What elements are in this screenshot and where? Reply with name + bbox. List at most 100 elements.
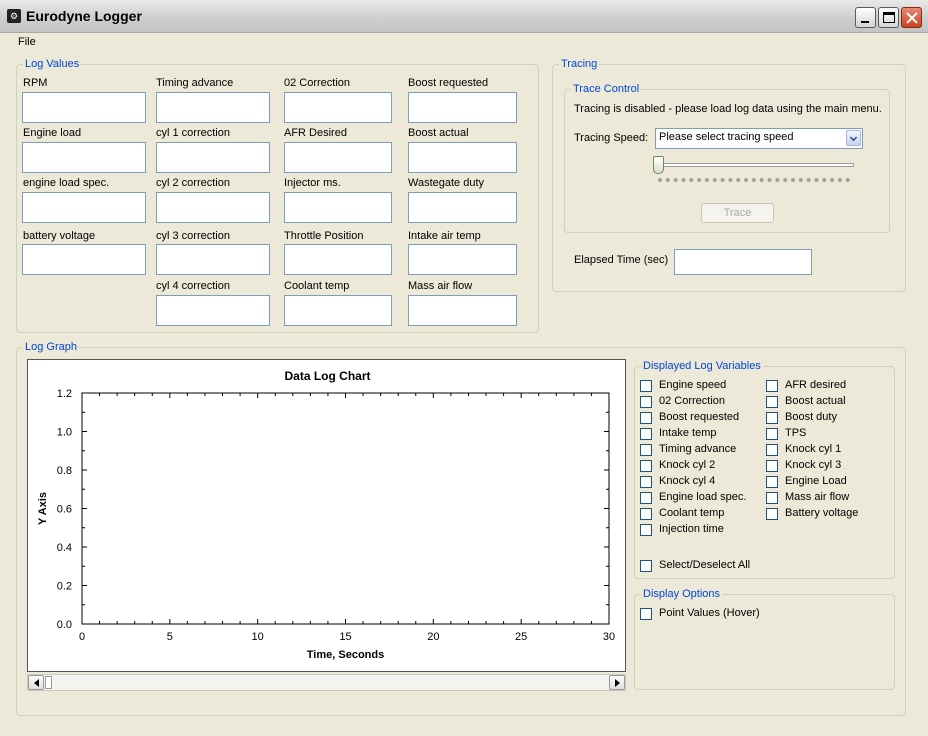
var-checkbox[interactable] [766,460,778,472]
y-tick-label: 0.6 [57,504,72,516]
display-options-label: Display Options [641,588,723,601]
var-label: Mass air flow [785,491,850,503]
select-all-checkbox[interactable] [640,560,652,572]
var-label: Intake temp [659,427,717,439]
var-checkbox[interactable] [766,396,778,408]
field-label-injector-ms: Injector ms. [284,177,341,189]
y-tick-label: 1.2 [57,388,72,400]
var-checkbox[interactable] [640,460,652,472]
field-label-02-correction: 02 Correction [284,77,351,89]
var-checkbox[interactable] [640,524,652,536]
var-label: Boost actual [785,395,846,407]
mass-air-flow-field[interactable] [408,295,517,326]
x-tick-label: 25 [515,631,527,643]
y-tick-label: 0.8 [57,465,72,477]
app-icon[interactable]: ⚙ [7,9,21,23]
boost-requested-field[interactable] [408,92,517,123]
plot-frame [81,392,610,625]
var-checkbox[interactable] [766,428,778,440]
coolant-temp-field[interactable] [284,295,392,326]
engine-load-spec-field[interactable] [22,192,146,223]
log-graph-label: Log Graph [23,341,79,354]
var-label: Knock cyl 2 [659,459,716,471]
select-all-label: Select/Deselect All [659,559,751,571]
chart-scrollbar[interactable] [27,674,626,691]
var-label: Engine Load [785,475,847,487]
point-values-checkbox[interactable] [640,608,652,620]
trace-button[interactable]: Trace [701,203,774,223]
tracing-slider-track[interactable] [658,163,854,167]
log-values-label: Log Values [23,58,82,71]
var-checkbox[interactable] [640,476,652,488]
trace-control-label: Trace Control [571,83,642,96]
var-checkbox[interactable] [640,412,652,424]
var-label: Engine load spec. [659,491,747,503]
injector-ms-field[interactable] [284,192,392,223]
var-checkbox[interactable] [766,492,778,504]
field-label-boost-actual: Boost actual [408,127,469,139]
battery-voltage-field[interactable] [22,244,146,275]
timing-advance-field[interactable] [156,92,270,123]
minimize-icon [861,21,869,23]
point-values-label: Point Values (Hover) [659,607,760,619]
cyl3-correction-field[interactable] [156,244,270,275]
field-label-intake-air-temp: Intake air temp [408,230,481,242]
tracing-slider-thumb[interactable] [653,156,664,174]
var-checkbox[interactable] [766,444,778,456]
var-checkbox[interactable] [640,396,652,408]
scroll-left-button[interactable] [28,675,44,690]
02-correction-field[interactable] [284,92,392,123]
field-label-cyl1: cyl 1 correction [156,127,230,139]
title-bar: ⚙ Eurodyne Logger [0,0,928,33]
maximize-button[interactable] [878,7,899,28]
engine-load-field[interactable] [22,142,146,173]
var-label: Battery voltage [785,507,859,519]
x-tick-label: 30 [603,631,615,643]
var-checkbox[interactable] [766,476,778,488]
window-title: Eurodyne Logger [26,8,142,24]
var-label: Coolant temp [659,507,725,519]
x-tick-label: 0 [79,631,85,643]
elapsed-time-field[interactable] [674,249,812,275]
var-checkbox[interactable] [640,380,652,392]
close-button[interactable] [901,7,922,28]
x-tick-label: 15 [339,631,351,643]
var-checkbox[interactable] [766,380,778,392]
chart-area: Data Log Chart 0 5 10 15 20 25 30 0.0 0.2 0.4 0.6 0… [27,359,626,672]
afr-desired-field[interactable] [284,142,392,173]
minimize-button[interactable] [855,7,876,28]
y-tick-label: 1.0 [57,427,72,439]
wastegate-duty-field[interactable] [408,192,517,223]
var-checkbox[interactable] [640,428,652,440]
rpm-field[interactable] [22,92,146,123]
scroll-thumb[interactable] [45,676,52,689]
maximize-icon [883,12,895,23]
var-checkbox[interactable] [640,444,652,456]
field-label-cyl2: cyl 2 correction [156,177,230,189]
var-checkbox[interactable] [766,412,778,424]
menu-bar: File [0,33,928,52]
y-tick-label: 0.2 [57,581,72,593]
tracing-speed-select[interactable]: Please select tracing speed [655,128,863,149]
cyl4-correction-field[interactable] [156,295,270,326]
boost-actual-field[interactable] [408,142,517,173]
menu-file[interactable]: File [18,36,36,48]
intake-air-temp-field[interactable] [408,244,517,275]
cyl2-correction-field[interactable] [156,192,270,223]
y-axis-label: Y Axis [37,492,49,525]
dropdown-button[interactable] [846,130,861,146]
cyl1-correction-field[interactable] [156,142,270,173]
var-label: Timing advance [659,443,737,455]
var-label: Boost duty [785,411,837,423]
displayed-vars-label: Displayed Log Variables [641,360,763,373]
var-checkbox[interactable] [640,508,652,520]
close-icon [902,8,921,27]
scroll-right-button[interactable] [609,675,625,690]
chevron-down-icon [849,133,858,142]
var-checkbox[interactable] [640,492,652,504]
field-label-cyl4: cyl 4 correction [156,280,230,292]
elapsed-time-label: Elapsed Time (sec) [574,254,669,266]
x-tick-label: 10 [252,631,264,643]
throttle-position-field[interactable] [284,244,392,275]
var-checkbox[interactable] [766,508,778,520]
